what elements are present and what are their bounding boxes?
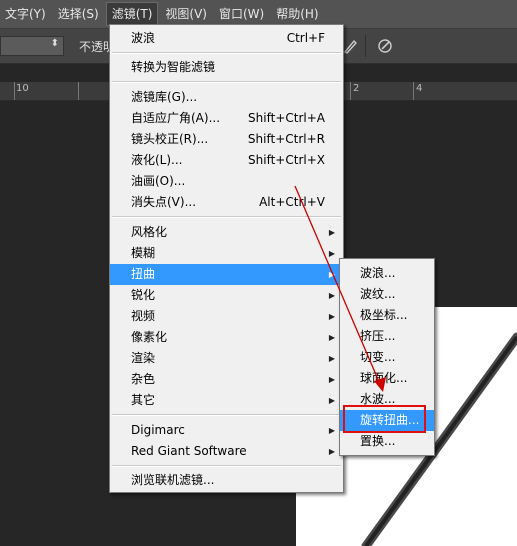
menu-item-convert-smart-filter[interactable]: 转换为智能滤镜 [110,57,343,78]
menu-view[interactable]: 视图(V) [160,2,212,26]
menu-item-filter-gallery[interactable]: 滤镜库(G)... [110,87,343,108]
menu-item-shortcut: Ctrl+F [286,31,325,45]
menu-item-label: Digimarc [131,423,185,437]
menu-item-vanishing-point[interactable]: 消失点(V)... Alt+Ctrl+V [110,192,343,213]
menu-item-label: 扭曲 [131,267,156,281]
menu-filter[interactable]: 滤镜(T) [105,2,159,26]
menu-item-sharpen[interactable]: 锐化 ▶ [110,285,343,306]
menu-item-label: 镜头校正(R)... [131,132,209,146]
menu-item-label: 挤压... [360,329,396,343]
menu-help[interactable]: 帮助(H) [271,2,323,26]
triangle-right-icon: ▶ [328,396,335,405]
triangle-right-icon: ▶ [328,249,335,258]
triangle-right-icon: ▶ [328,312,335,321]
menu-item-label: 油画(O)... [131,174,186,188]
menu-item-stylize[interactable]: 风格化 ▶ [110,222,343,243]
menu-item-browse-online-filters[interactable]: 浏览联机滤镜... [110,470,343,491]
menu-item-label: 像素化 [131,330,168,344]
menu-item-label: 锐化 [131,288,156,302]
menu-item-label: 液化(L)... [131,153,183,167]
menu-item-video[interactable]: 视频 ▶ [110,306,343,327]
menu-item-adaptive-wide-angle[interactable]: 自适应广角(A)... Shift+Ctrl+A [110,108,343,129]
ruler-label: 10 [16,83,29,94]
menu-item-label: 其它 [131,393,156,407]
menu-item-noise[interactable]: 杂色 ▶ [110,369,343,390]
ruler-label: 2 [353,83,360,94]
mode-select[interactable]: ⬍ [0,36,64,56]
menu-divider [112,465,341,467]
menu-select[interactable]: 选择(S) [53,2,104,26]
menu-item-oil-paint[interactable]: 油画(O)... [110,171,343,192]
toolbar-separator [365,35,366,57]
ruler-tick [78,82,79,100]
menu-text[interactable]: 文字(Y) [0,2,51,26]
menu-item-label: 置换... [360,434,396,448]
filter-menu: 波浪 Ctrl+F 转换为智能滤镜 滤镜库(G)... 自适应广角(A)... … [109,24,344,493]
menu-item-shortcut: Shift+Ctrl+A [248,111,325,125]
menu-item-label: 消失点(V)... [131,195,197,209]
menu-item-label: 波浪 [131,31,156,45]
triangle-right-icon: ▶ [328,333,335,342]
menu-item-label: 切变... [360,350,396,364]
distort-submenu: 波浪... 波纹... 极坐标... 挤压... 切变... 球面化... 水波… [339,258,435,456]
menu-item-last-filter[interactable]: 波浪 Ctrl+F [110,28,343,49]
triangle-right-icon: ▶ [328,228,335,237]
triangle-right-icon: ▶ [328,354,335,363]
triangle-right-icon: ▶ [328,375,335,384]
menu-item-liquify[interactable]: 液化(L)... Shift+Ctrl+X [110,150,343,171]
menu-item-label: 波浪... [360,266,396,280]
submenu-item-pinch[interactable]: 挤压... [340,326,434,347]
menu-divider [112,52,341,54]
menu-item-shortcut: Shift+Ctrl+X [248,153,325,167]
menu-divider [112,414,341,416]
menu-item-label: 杂色 [131,372,156,386]
menu-item-distort[interactable]: 扭曲 ▶ [110,264,343,285]
tablet-pressure-icon[interactable] [376,37,394,55]
menu-item-label: 波纹... [360,287,396,301]
menu-item-label: 视频 [131,309,156,323]
submenu-item-ripple[interactable]: 波纹... [340,284,434,305]
menu-item-blur[interactable]: 模糊 ▶ [110,243,343,264]
menu-item-label: Red Giant Software [131,444,247,458]
ruler-label: 4 [416,83,423,94]
ruler-tick [413,82,414,100]
menu-item-pixelate[interactable]: 像素化 ▶ [110,327,343,348]
annotation-highlight-box [343,405,426,433]
menu-item-label: 模糊 [131,246,156,260]
menu-item-lens-correction[interactable]: 镜头校正(R)... Shift+Ctrl+R [110,129,343,150]
submenu-item-polar-coordinates[interactable]: 极坐标... [340,305,434,326]
menu-item-render[interactable]: 渲染 ▶ [110,348,343,369]
triangle-right-icon: ▶ [328,291,335,300]
menu-item-label: 极坐标... [360,308,408,322]
menu-item-label: 风格化 [131,225,168,239]
submenu-item-displace[interactable]: 置换... [340,431,434,452]
menu-item-label: 球面化... [360,371,408,385]
submenu-item-shear[interactable]: 切变... [340,347,434,368]
menu-item-label: 浏览联机滤镜... [131,473,215,487]
ruler-tick [14,82,15,100]
menu-item-shortcut: Shift+Ctrl+R [247,132,325,146]
menu-divider [112,81,341,83]
updown-arrow-icon: ⬍ [50,38,59,49]
menu-item-red-giant-software[interactable]: Red Giant Software ▶ [110,441,343,462]
triangle-right-icon: ▶ [328,447,335,456]
pen-pressure-icon[interactable] [342,37,360,55]
menu-item-other[interactable]: 其它 ▶ [110,390,343,411]
ruler-tick [350,82,351,100]
submenu-item-wave[interactable]: 波浪... [340,263,434,284]
menu-item-shortcut: Alt+Ctrl+V [259,195,325,209]
menu-item-label: 转换为智能滤镜 [131,60,216,74]
menu-item-digimarc[interactable]: Digimarc ▶ [110,420,343,441]
triangle-right-icon: ▶ [328,426,335,435]
menu-item-label: 渲染 [131,351,156,365]
menu-divider [112,216,341,218]
menu-item-label: 自适应广角(A)... [131,111,221,125]
menu-item-label: 滤镜库(G)... [131,90,198,104]
submenu-item-spherize[interactable]: 球面化... [340,368,434,389]
menu-window[interactable]: 窗口(W) [214,2,269,26]
triangle-right-icon: ▶ [328,270,335,279]
